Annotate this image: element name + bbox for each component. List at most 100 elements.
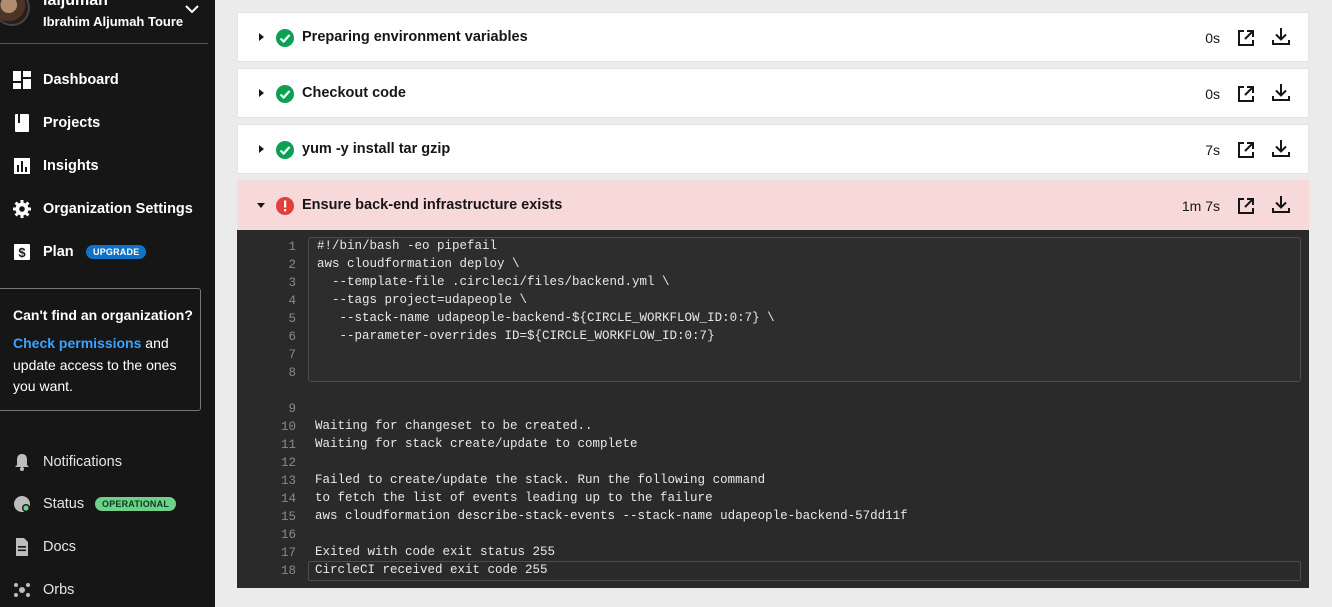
orbs-icon (14, 583, 30, 597)
user-menu[interactable]: laljuman Ibrahim Aljumah Toure (0, 0, 215, 44)
sidebar-item-label: Insights (43, 158, 99, 174)
console-line: to fetch the list of events leading up t… (315, 491, 713, 505)
download-icon[interactable] (1271, 194, 1291, 214)
console-line: aws cloudformation deploy \ (317, 257, 520, 271)
caret-right-icon[interactable] (256, 144, 266, 154)
line-number: 18 (280, 564, 296, 578)
download-icon[interactable] (1271, 82, 1291, 102)
open-external-icon[interactable] (1236, 196, 1256, 216)
gear-icon (13, 200, 31, 218)
user-full-name: Ibrahim Aljumah Toure (43, 14, 184, 29)
bell-icon (15, 454, 29, 471)
console-line: Failed to create/update the stack. Run t… (315, 473, 766, 487)
upgrade-badge[interactable]: UPGRADE (86, 245, 147, 259)
svg-text:$: $ (18, 245, 26, 260)
line-number: 17 (280, 546, 296, 560)
line-number: 10 (280, 420, 296, 434)
caret-right-icon[interactable] (256, 32, 266, 42)
sidebar-item-dashboard[interactable]: Dashboard (0, 65, 215, 95)
step-duration: 1m 7s (1181, 198, 1220, 214)
step-name: yum -y install tar gzip (302, 141, 451, 157)
sidebar-item-insights[interactable]: Insights (0, 151, 215, 181)
sidebar-item-status[interactable]: Status OPERATIONAL (0, 489, 215, 519)
line-number: 14 (280, 492, 296, 506)
sidebar-item-projects[interactable]: Projects (0, 108, 215, 138)
console-line: Exited with code exit status 255 (315, 545, 556, 559)
line-number: 4 (288, 294, 296, 308)
line-number: 11 (280, 438, 296, 452)
divider (0, 43, 208, 44)
console-line: CircleCI received exit code 255 (315, 563, 548, 577)
line-number: 2 (288, 258, 296, 272)
sidebar-item-docs[interactable]: Docs (0, 532, 215, 562)
sidebar-item-orbs[interactable]: Orbs (0, 575, 215, 605)
success-check-icon (276, 29, 294, 47)
console-line: Waiting for changeset to be created.. (315, 419, 593, 433)
caret-down-icon[interactable] (256, 200, 266, 210)
sidebar-item-label: Organization Settings (43, 201, 193, 217)
status-icon (14, 496, 30, 512)
sidebar-item-label: Dashboard (43, 72, 119, 88)
document-icon (16, 538, 28, 556)
step-name: Checkout code (302, 85, 406, 101)
open-external-icon[interactable] (1236, 84, 1256, 104)
sidebar-item-plan[interactable]: $ Plan UPGRADE (0, 237, 215, 267)
line-number: 15 (280, 510, 296, 524)
sidebar-item-label: Docs (43, 539, 77, 555)
open-external-icon[interactable] (1236, 140, 1256, 160)
insights-icon (14, 158, 30, 174)
chevron-down-icon[interactable] (184, 1, 200, 17)
sidebar-item-label: Notifications (43, 454, 122, 470)
success-check-icon (276, 85, 294, 103)
success-check-icon (276, 141, 294, 159)
download-icon[interactable] (1271, 138, 1291, 158)
line-number: 16 (280, 528, 296, 542)
console-line: aws cloudformation describe-stack-events… (315, 509, 908, 523)
error-icon (276, 197, 294, 215)
line-number: 1 (288, 240, 296, 254)
console-line: --stack-name udapeople-backend-${CIRCLE_… (317, 311, 775, 325)
step-name: Preparing environment variables (302, 29, 528, 45)
step-duration: 0s (1205, 30, 1220, 46)
line-number: 13 (280, 474, 296, 488)
line-number: 3 (288, 276, 296, 290)
console-line: --tags project=udapeople \ (317, 293, 528, 307)
sidebar-item-org-settings[interactable]: Organization Settings (0, 194, 215, 224)
org-prompt-title: Can't find an organization? (13, 307, 193, 323)
console-output[interactable]: 1 #!/bin/bash -eo pipefail 2 aws cloudfo… (237, 230, 1309, 588)
username: laljuman (43, 0, 108, 9)
step-row-failed[interactable]: Ensure back-end infrastructure exists 1m… (237, 180, 1309, 230)
sidebar: laljuman Ibrahim Aljumah Toure Dashboard… (0, 0, 215, 607)
step-row[interactable]: Preparing environment variables 0s (237, 12, 1309, 62)
console-line: --parameter-overrides ID=${CIRCLE_WORKFL… (317, 329, 715, 343)
step-row[interactable]: Checkout code 0s (237, 68, 1309, 118)
line-number: 6 (288, 330, 296, 344)
sidebar-item-label: Plan (43, 244, 74, 260)
dollar-icon: $ (14, 244, 30, 260)
sidebar-item-label: Status (43, 496, 85, 512)
line-number: 12 (280, 456, 296, 470)
book-icon (15, 114, 29, 132)
line-number: 7 (288, 348, 296, 362)
dashboard-icon (13, 71, 31, 89)
check-permissions-link[interactable]: Check permissions (13, 335, 141, 351)
open-external-icon[interactable] (1236, 28, 1256, 48)
sidebar-item-notifications[interactable]: Notifications (0, 447, 215, 477)
avatar (0, 0, 30, 26)
operational-badge: OPERATIONAL (95, 497, 177, 511)
line-number: 8 (288, 366, 296, 380)
step-duration: 0s (1205, 86, 1220, 102)
line-number: 5 (288, 312, 296, 326)
step-name: Ensure back-end infrastructure exists (302, 197, 563, 213)
console-line: #!/bin/bash -eo pipefail (317, 239, 498, 253)
step-row[interactable]: yum -y install tar gzip 7s (237, 124, 1309, 174)
org-prompt-text: Check permissions and update access to t… (13, 333, 198, 398)
download-icon[interactable] (1271, 26, 1291, 46)
caret-right-icon[interactable] (256, 88, 266, 98)
org-prompt-box: Can't find an organization? Check permis… (0, 288, 201, 411)
console-line: Waiting for stack create/update to compl… (315, 437, 638, 451)
console-line: --template-file .circleci/files/backend.… (317, 275, 670, 289)
sidebar-item-label: Orbs (43, 582, 75, 598)
sidebar-item-label: Projects (43, 115, 101, 131)
step-duration: 7s (1205, 142, 1220, 158)
